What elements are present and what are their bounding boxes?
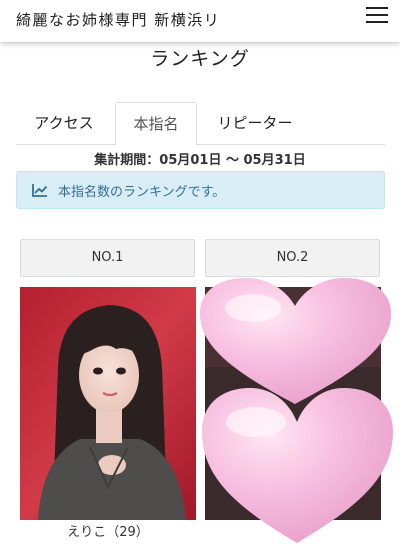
tab-access[interactable]: アクセス	[16, 102, 112, 144]
rank-label-2: NO.2	[205, 239, 380, 277]
site-title[interactable]: 綺麗なお姉様専門 新横浜リ	[16, 9, 220, 30]
ranking-tabs: アクセス 本指名 リピーター	[16, 102, 385, 146]
chart-line-icon	[32, 184, 48, 197]
tab-honshimei[interactable]: 本指名	[115, 102, 197, 146]
rank-label-1: NO.1	[20, 239, 195, 277]
tab-repeater[interactable]: リピーター	[202, 102, 308, 144]
cast-name-1[interactable]: えりこ（29）	[20, 521, 196, 540]
site-header: 綺麗なお姉様専門 新横浜リ	[0, 0, 400, 42]
info-text: 本指名数のランキングです。	[58, 185, 226, 200]
heart-icon	[202, 388, 393, 543]
info-alert: 本指名数のランキングです。	[16, 171, 385, 209]
page-title: ランキング	[150, 48, 250, 70]
profile-photo-1[interactable]	[20, 287, 196, 520]
ranking-period: 集計期間：05月01日 〜 05月31日	[94, 153, 306, 168]
hamburger-menu-icon[interactable]	[366, 7, 390, 25]
